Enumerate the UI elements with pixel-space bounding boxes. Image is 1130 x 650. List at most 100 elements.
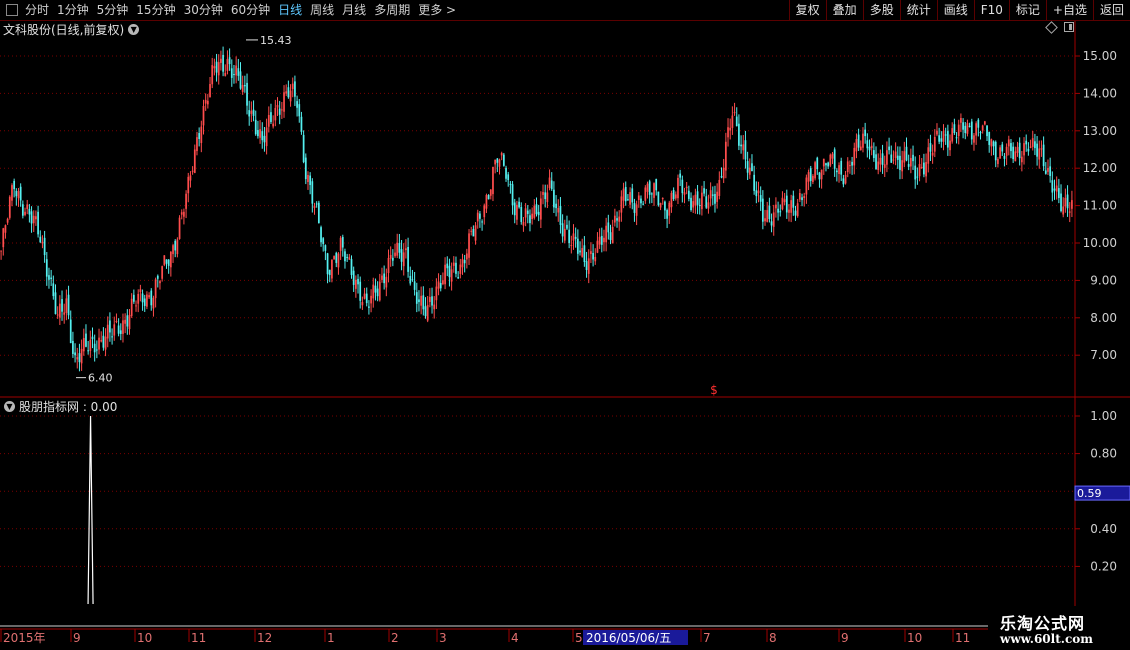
candle-body bbox=[559, 205, 562, 225]
tab-monthly[interactable]: 月线 bbox=[338, 0, 370, 20]
candle-body bbox=[877, 161, 880, 171]
candle-body bbox=[472, 228, 475, 237]
statistics-button[interactable]: 统计 bbox=[899, 0, 937, 20]
candle-body bbox=[755, 190, 758, 197]
candle-body bbox=[857, 134, 860, 148]
candle-body bbox=[1051, 180, 1054, 193]
overlay-button[interactable]: 叠加 bbox=[825, 0, 863, 20]
candle-body bbox=[135, 305, 137, 307]
candle-body bbox=[849, 165, 851, 167]
candle-body bbox=[970, 121, 973, 140]
main-y-tick-label: 10.00 bbox=[1083, 236, 1117, 250]
candle-body bbox=[535, 204, 538, 215]
chevron-down-icon[interactable]: ▼ bbox=[128, 23, 140, 35]
candle-body bbox=[1010, 143, 1012, 152]
candle-body bbox=[67, 294, 70, 316]
tab-30min[interactable]: 30分钟 bbox=[180, 0, 227, 20]
candle-body bbox=[0, 250, 2, 252]
time-axis-label: 4 bbox=[511, 631, 519, 645]
candle-body bbox=[853, 147, 856, 166]
tab-multi-period[interactable]: 多周期 bbox=[370, 0, 414, 20]
candle-body bbox=[452, 262, 455, 266]
candle-body bbox=[26, 204, 29, 209]
candle-body bbox=[613, 215, 616, 223]
tab-weekly[interactable]: 周线 bbox=[306, 0, 338, 20]
candle-body bbox=[54, 292, 57, 315]
cursor-date-label: 2016/05/06/五 bbox=[586, 631, 671, 645]
candle-body bbox=[888, 146, 890, 151]
candle-body bbox=[1040, 148, 1043, 150]
candle-body bbox=[352, 270, 355, 285]
candle-body bbox=[709, 190, 712, 199]
tab-15min[interactable]: 15分钟 bbox=[132, 0, 179, 20]
candle-body bbox=[470, 230, 473, 232]
candle-body bbox=[653, 183, 655, 198]
candle-body bbox=[572, 233, 575, 241]
time-axis-label: 2015年 bbox=[3, 631, 46, 645]
tab-5min[interactable]: 5分钟 bbox=[93, 0, 133, 20]
time-axis-label: 9 bbox=[841, 631, 849, 645]
candle-body bbox=[502, 154, 505, 166]
candle-body bbox=[918, 164, 921, 177]
candle-body bbox=[733, 112, 736, 114]
candle-body bbox=[611, 226, 614, 244]
add-watchlist-button[interactable]: +自选 bbox=[1045, 0, 1093, 20]
candle-body bbox=[738, 123, 740, 146]
tab-fenshi[interactable]: 分时 bbox=[21, 0, 53, 20]
indicator-series bbox=[87, 415, 94, 605]
restore-rights-button[interactable]: 复权 bbox=[788, 0, 826, 20]
candle-body bbox=[994, 141, 997, 161]
multi-stock-button[interactable]: 多股 bbox=[862, 0, 900, 20]
candle-body bbox=[570, 245, 573, 247]
candle-body bbox=[104, 336, 107, 350]
candle-body bbox=[962, 122, 964, 130]
candle-body bbox=[124, 319, 127, 324]
main-y-tick-label: 8.00 bbox=[1090, 311, 1117, 325]
time-axis-label: 2 bbox=[391, 631, 399, 645]
panel-toggle-icon[interactable] bbox=[1064, 22, 1074, 32]
draw-line-button[interactable]: 画线 bbox=[936, 0, 974, 20]
candle-body bbox=[896, 155, 899, 160]
min-price-label: 6.40 bbox=[88, 372, 113, 385]
candle-body bbox=[835, 170, 838, 173]
candle-body bbox=[180, 212, 183, 215]
candle-body bbox=[1025, 140, 1028, 145]
candle-body bbox=[230, 68, 233, 78]
candle-body bbox=[220, 58, 222, 63]
candle-body bbox=[257, 130, 259, 137]
candle-body bbox=[979, 132, 982, 134]
candle-body bbox=[711, 194, 714, 196]
candle-body bbox=[1018, 142, 1021, 159]
candle-body bbox=[394, 252, 396, 257]
candle-body bbox=[927, 147, 930, 164]
candle-body bbox=[241, 84, 244, 92]
candle-body bbox=[524, 208, 527, 218]
tab-60min[interactable]: 60分钟 bbox=[227, 0, 274, 20]
indicator-chevron-down-icon[interactable]: ▼ bbox=[4, 400, 15, 412]
back-button[interactable]: 返回 bbox=[1092, 0, 1130, 20]
candle-body bbox=[183, 211, 185, 217]
candle-body bbox=[831, 153, 834, 159]
tab-1min[interactable]: 1分钟 bbox=[53, 0, 93, 20]
chart-canvas[interactable]: 15.0014.0013.0012.0011.0010.009.008.007.… bbox=[0, 0, 1130, 650]
candle-body bbox=[912, 154, 914, 162]
candle-body bbox=[1027, 148, 1030, 152]
mark-button[interactable]: 标记 bbox=[1008, 0, 1046, 20]
tab-daily[interactable]: 日线 bbox=[274, 0, 306, 20]
f10-button[interactable]: F10 bbox=[973, 0, 1009, 20]
candle-body bbox=[803, 196, 806, 199]
chart-corner-icons bbox=[1045, 20, 1074, 34]
menu-square-icon[interactable] bbox=[6, 4, 18, 16]
candle-body bbox=[868, 146, 871, 151]
diamond-icon[interactable] bbox=[1045, 20, 1058, 34]
candle-body bbox=[724, 141, 727, 171]
candle-body bbox=[716, 191, 719, 202]
candle-body bbox=[481, 221, 483, 223]
candle-body bbox=[522, 221, 525, 226]
candle-body bbox=[946, 131, 949, 148]
tab-more[interactable]: 更多 > bbox=[414, 0, 460, 20]
candle-body bbox=[95, 349, 98, 351]
candle-body bbox=[1014, 151, 1017, 162]
candle-body bbox=[585, 261, 588, 271]
candle-body bbox=[465, 253, 468, 260]
